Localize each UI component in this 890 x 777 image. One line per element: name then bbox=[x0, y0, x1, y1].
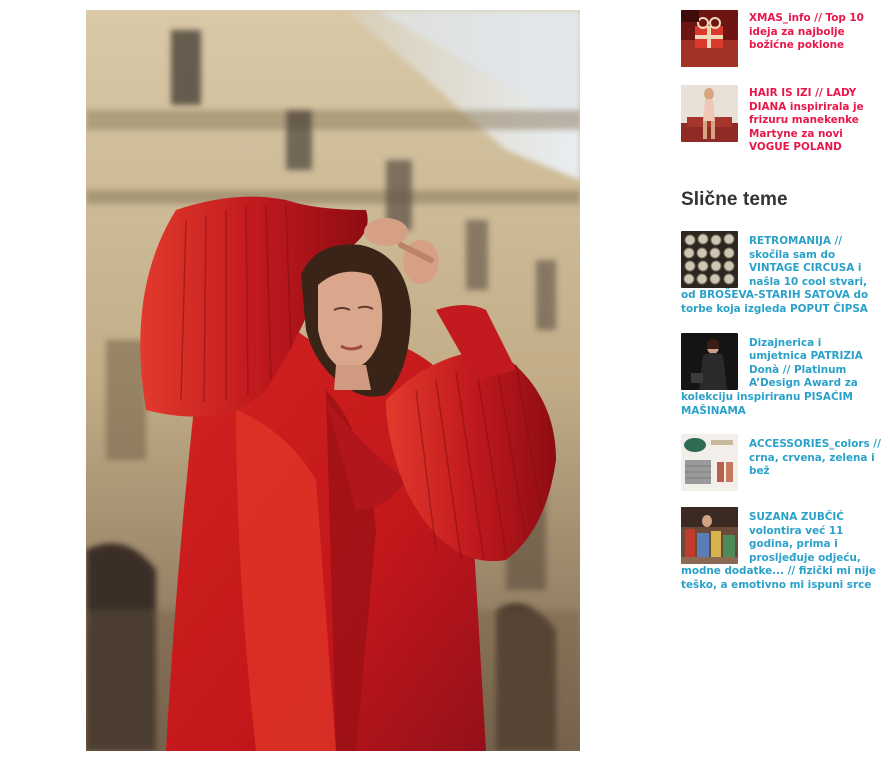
related-post-item[interactable]: SUZANA ZUBČIĆ volontira već 11 godina, p… bbox=[681, 507, 881, 593]
recent-post-item[interactable]: XMAS_info // Top 10 ideja za najbolje bo… bbox=[681, 10, 881, 67]
post-thumbnail-designer[interactable] bbox=[681, 332, 738, 390]
related-heading: Slične teme bbox=[681, 188, 788, 210]
accessories-photo-icon bbox=[681, 434, 738, 492]
volunteer-photo-icon bbox=[681, 507, 738, 565]
related-posts: RETROMANIJA // skočila sam do VINTAGE CI… bbox=[681, 230, 881, 593]
sidebar: XMAS_info // Top 10 ideja za najbolje bo… bbox=[681, 10, 881, 609]
hero-photo-illustration bbox=[86, 10, 580, 751]
post-thumbnail-watches[interactable] bbox=[681, 230, 738, 288]
gift-photo-icon bbox=[681, 10, 738, 67]
related-post-item[interactable]: RETROMANIJA // skočila sam do VINTAGE CI… bbox=[681, 230, 881, 317]
hero-photo[interactable] bbox=[86, 10, 580, 751]
post-thumbnail-model[interactable] bbox=[681, 85, 738, 142]
watches-photo-icon bbox=[681, 230, 738, 288]
model-photo-icon bbox=[681, 85, 738, 142]
post-thumbnail-accessories[interactable] bbox=[681, 434, 738, 492]
designer-photo-icon bbox=[681, 332, 738, 390]
post-thumbnail-gift[interactable] bbox=[681, 10, 738, 67]
recent-posts: XMAS_info // Top 10 ideja za najbolje bo… bbox=[681, 10, 881, 155]
related-post-item[interactable]: ACCESSORIES_colors // crna, crvena, zele… bbox=[681, 434, 881, 492]
post-thumbnail-volunteer[interactable] bbox=[681, 507, 738, 565]
recent-post-item[interactable]: HAIR IS IZI // LADY DIANA inspirirala je… bbox=[681, 85, 881, 155]
related-post-item[interactable]: Dizajnerica i umjetnica PATRIZIA Donà //… bbox=[681, 332, 881, 419]
page: XMAS_info // Top 10 ideja za najbolje bo… bbox=[0, 0, 890, 777]
